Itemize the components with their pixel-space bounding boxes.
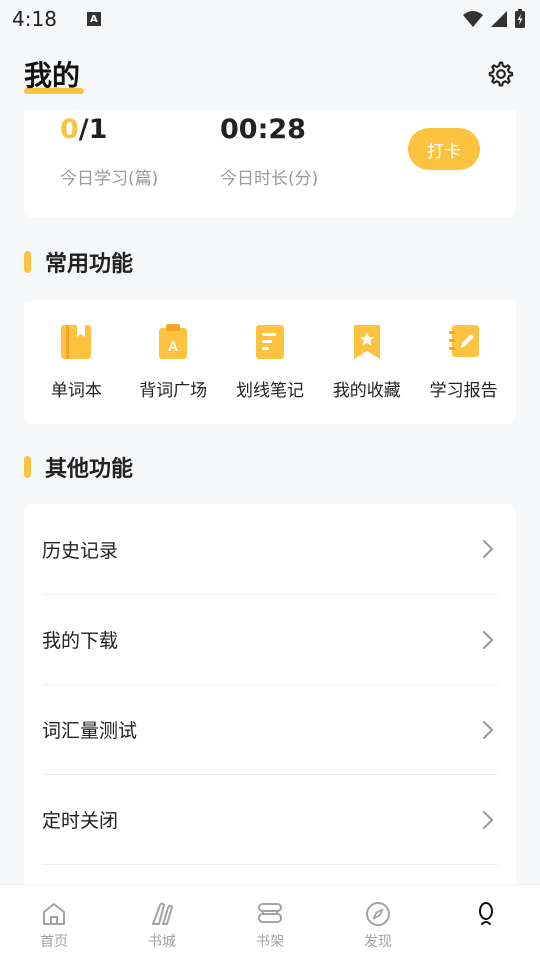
- list-item-label: 定时关闭: [42, 810, 119, 832]
- note-icon: [250, 322, 290, 362]
- nav-profile[interactable]: [432, 885, 540, 960]
- list-item-label: 我的下载: [42, 630, 119, 652]
- chevron-right-icon: [478, 720, 498, 740]
- chevron-right-icon: [478, 539, 498, 559]
- bookshelf-icon: [255, 899, 285, 929]
- func-item-favorites[interactable]: 我的收藏: [318, 300, 415, 424]
- notification-a-icon: A: [86, 12, 101, 26]
- clipboard-a-icon: A: [153, 322, 193, 362]
- section-other-title: 其他功能: [45, 457, 134, 482]
- section-accent-bar: [24, 456, 31, 478]
- settings-button[interactable]: [486, 59, 516, 89]
- signal-icon: [491, 11, 507, 27]
- articles-done: 0: [60, 114, 79, 145]
- stat-articles-label: 今日学习(篇): [60, 169, 159, 189]
- nav-bookshelf[interactable]: 书架: [216, 885, 324, 960]
- home-icon: [39, 899, 69, 929]
- list-item-label: 词汇量测试: [42, 720, 138, 742]
- func-item-wordbook[interactable]: 单词本: [28, 300, 125, 424]
- title-wrap: 我的: [24, 54, 84, 94]
- section-common: 常用功能: [24, 246, 133, 278]
- func-label: 划线笔记: [235, 381, 304, 401]
- stat-articles-value: 0/1: [60, 110, 158, 150]
- status-bar: 4:18 A: [0, 0, 540, 38]
- nav-discover[interactable]: 发现: [324, 885, 432, 960]
- common-functions-card: 单词本 A 背词广场 划线笔记 我的收藏 学习报告: [24, 300, 516, 424]
- notebook-icon: [56, 322, 96, 362]
- status-icons: [462, 9, 526, 29]
- stat-articles: 0/1 今日学习(篇): [60, 110, 158, 189]
- profile-icon: [471, 899, 501, 929]
- nav-bookstore[interactable]: 书城: [108, 885, 216, 960]
- section-common-title: 常用功能: [45, 252, 134, 277]
- svg-text:A: A: [168, 338, 178, 354]
- func-item-word-square[interactable]: A 背词广场: [125, 300, 222, 424]
- checkin-button[interactable]: 打卡: [408, 128, 480, 170]
- page-title: 我的: [24, 59, 81, 92]
- chevron-right-icon: [478, 630, 498, 650]
- stat-duration: 00:28 今日时长(分): [220, 110, 318, 189]
- nav-label: 书城: [148, 934, 176, 950]
- nav-home[interactable]: 首页: [0, 885, 108, 960]
- list-item-vocab-test[interactable]: 词汇量测试: [42, 684, 498, 774]
- func-label: 我的收藏: [332, 381, 401, 401]
- status-time: 4:18: [12, 7, 57, 31]
- list-item-downloads[interactable]: 我的下载: [42, 594, 498, 684]
- compass-icon: [363, 899, 393, 929]
- bottom-nav: 首页 书城 书架 发现: [0, 884, 540, 960]
- section-accent-bar: [24, 251, 31, 273]
- nav-label: 书架: [256, 934, 284, 950]
- func-item-underline-notes[interactable]: 划线笔记: [222, 300, 319, 424]
- func-label: 背词广场: [139, 381, 208, 401]
- screen: 4:18 A 我的 0/1 今日学习(篇) 00:28 今日时长(分) 打卡 常…: [0, 0, 540, 960]
- list-item-label: 历史记录: [42, 539, 119, 562]
- bookmark-star-icon: [347, 322, 387, 362]
- chevron-right-icon: [478, 810, 498, 830]
- other-functions-list: 历史记录 我的下载 词汇量测试 定时关闭: [24, 504, 516, 904]
- stat-duration-label: 今日时长(分): [220, 169, 319, 189]
- list-item-sleep-timer[interactable]: 定时关闭: [42, 774, 498, 864]
- section-other: 其他功能: [24, 451, 133, 483]
- header: 我的: [0, 38, 540, 110]
- func-item-study-report[interactable]: 学习报告: [415, 300, 512, 424]
- bookstore-icon: [147, 899, 177, 929]
- func-label: 单词本: [50, 381, 102, 401]
- wifi-icon: [463, 11, 483, 27]
- list-item-history[interactable]: 历史记录: [42, 504, 498, 594]
- stats-card: 0/1 今日学习(篇) 00:28 今日时长(分) 打卡: [24, 110, 516, 218]
- battery-icon: [515, 9, 525, 28]
- nav-label: 发现: [364, 934, 392, 950]
- report-pencil-icon: [444, 322, 484, 362]
- articles-total: /1: [78, 114, 108, 145]
- gear-icon: [488, 61, 514, 87]
- func-label: 学习报告: [429, 381, 498, 401]
- stat-duration-value: 00:28: [220, 114, 306, 145]
- nav-label: 首页: [40, 934, 68, 950]
